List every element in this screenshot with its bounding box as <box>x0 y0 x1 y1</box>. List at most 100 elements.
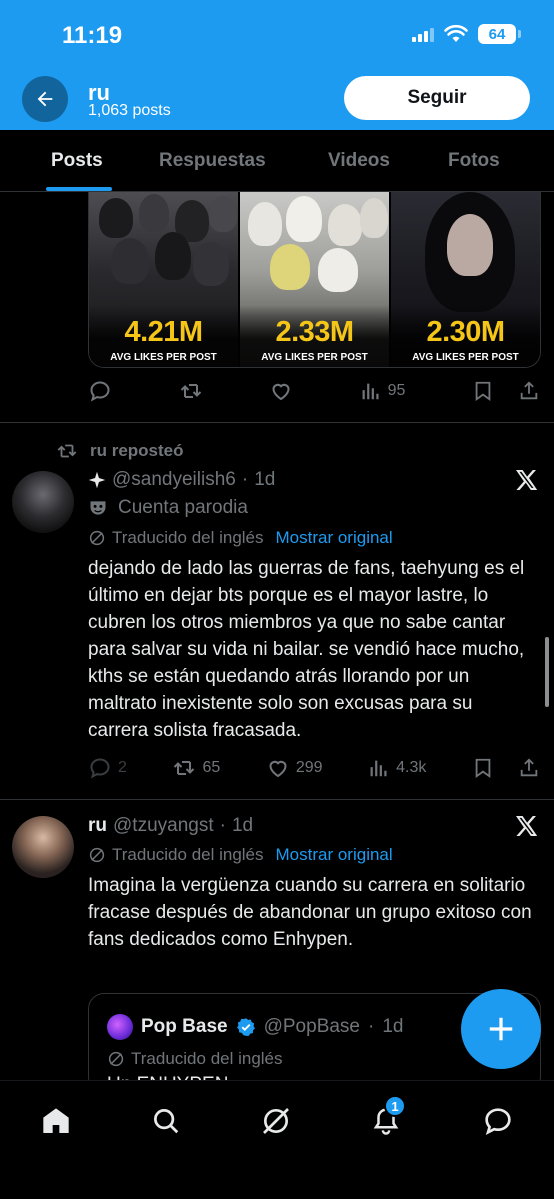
tab-posts[interactable]: Posts <box>51 150 103 172</box>
post-divider <box>0 422 554 423</box>
like-button[interactable]: 299 <box>266 756 323 780</box>
like-count: 299 <box>295 759 323 776</box>
active-tab-indicator <box>46 187 112 191</box>
show-original-link[interactable]: Mostrar original <box>276 845 393 865</box>
reply-count: 2 <box>118 759 127 776</box>
translate-icon <box>89 847 105 863</box>
reply-button[interactable] <box>88 379 112 403</box>
repost-count: 65 <box>202 759 221 776</box>
media-stat-value: 2.30M <box>426 316 505 348</box>
search-icon <box>154 1109 179 1134</box>
views-button[interactable]: 4.3k <box>368 757 426 779</box>
tab-fotos[interactable]: Fotos <box>448 150 500 172</box>
like-button[interactable] <box>269 379 293 403</box>
views-icon <box>362 383 379 400</box>
media-stat-label: AVG LIKES PER POST <box>261 352 368 363</box>
notification-badge: 1 <box>384 1095 406 1117</box>
translate-icon <box>108 1051 124 1067</box>
status-icons: 64 <box>412 24 521 44</box>
quote-time: 1d <box>382 1016 404 1037</box>
grok-icon <box>263 1108 289 1134</box>
repost-button[interactable]: 65 <box>172 756 220 780</box>
media-image-1[interactable]: 4.21M AVG LIKES PER POST <box>89 192 238 367</box>
views-icon <box>370 760 387 777</box>
status-time: 11:19 <box>62 22 123 49</box>
nav-search[interactable] <box>146 1101 186 1141</box>
repost-button[interactable] <box>179 379 203 403</box>
cellular-signal-icon <box>412 26 434 42</box>
show-original-link[interactable]: Mostrar original <box>276 528 393 548</box>
reply-icon <box>90 758 110 779</box>
heart-icon <box>269 760 287 778</box>
avatar <box>107 1014 133 1040</box>
verified-badge-icon <box>236 1018 255 1036</box>
media-image-3[interactable]: 2.30M AVG LIKES PER POST <box>389 192 540 367</box>
share-button[interactable] <box>518 757 540 779</box>
bottom-navigation: 1 <box>0 1080 554 1199</box>
tweet-text: Imagina la vergüenza cuando su carrera e… <box>88 875 532 950</box>
x-logo-icon <box>516 470 538 490</box>
media-stat-label: AVG LIKES PER POST <box>412 352 519 363</box>
views-count: 4.3k <box>396 759 427 776</box>
tweet-actions: 2 65 299 4.3k <box>88 754 540 782</box>
nav-messages[interactable] <box>478 1101 518 1141</box>
sparkle-icon <box>88 471 106 489</box>
share-button[interactable] <box>518 380 540 402</box>
tweet-header: ru @tzuyangst · 1d <box>88 815 254 837</box>
share-icon <box>520 758 538 777</box>
quote-header: Pop Base @PopBase · 1d <box>107 1014 403 1040</box>
nav-grok[interactable] <box>256 1101 296 1141</box>
tweet-time: 1d <box>254 469 276 490</box>
plus-icon <box>489 1017 513 1041</box>
tweet-header: @sandyeilish6 · 1d <box>88 469 275 491</box>
home-icon <box>43 1108 69 1133</box>
profile-header: 11:19 64 ru 1,063 posts Seguir <box>0 0 554 130</box>
media-stat-value: 4.21M <box>124 316 203 348</box>
parody-label: Cuenta parodia <box>88 497 248 519</box>
translate-icon <box>89 530 105 546</box>
nav-notifications[interactable]: 1 <box>366 1095 406 1141</box>
post-media-grid[interactable]: 4.21M AVG LIKES PER POST 2.33M AVG LIKES… <box>88 192 541 368</box>
nav-home[interactable] <box>36 1101 76 1141</box>
post-divider <box>0 799 554 800</box>
avatar[interactable] <box>12 816 74 878</box>
wifi-icon <box>444 25 468 42</box>
scroll-indicator[interactable] <box>545 637 549 707</box>
bookmark-button[interactable] <box>472 380 494 402</box>
tweet-author-name[interactable]: ru <box>88 815 107 837</box>
repost-label: ru reposteó <box>90 441 184 460</box>
follow-button[interactable]: Seguir <box>344 76 530 120</box>
bookmark-button[interactable] <box>472 757 494 779</box>
compose-button[interactable] <box>461 989 541 1069</box>
repost-icon <box>174 761 195 775</box>
share-icon <box>520 381 538 400</box>
avatar[interactable] <box>12 471 74 533</box>
bookmark-icon <box>475 381 491 402</box>
tweet-handle[interactable]: @tzuyangst <box>113 815 214 837</box>
quote-handle: @PopBase <box>263 1016 360 1037</box>
tab-videos[interactable]: Videos <box>328 150 390 172</box>
back-button[interactable] <box>22 76 68 122</box>
heart-icon <box>272 383 290 401</box>
translation-row: Traducido del inglés Mostrar original <box>88 845 393 865</box>
arrow-left-icon <box>37 91 53 107</box>
repost-indicator[interactable]: ru reposteó <box>56 440 184 462</box>
views-button[interactable]: 95 <box>360 380 406 402</box>
reply-icon <box>90 381 110 402</box>
reply-button[interactable]: 2 <box>88 756 127 780</box>
tweet-time: 1d <box>231 815 254 836</box>
profile-post-count: 1,063 posts <box>88 102 171 119</box>
tab-respuestas[interactable]: Respuestas <box>159 150 266 172</box>
views-count: 95 <box>387 382 406 399</box>
tweet-handle[interactable]: @sandyeilish6 <box>112 469 236 491</box>
repost-icon <box>57 444 77 458</box>
media-stat-label: AVG LIKES PER POST <box>110 352 217 363</box>
bookmark-icon <box>475 758 491 779</box>
quote-author-name: Pop Base <box>141 1016 228 1037</box>
media-image-2[interactable]: 2.33M AVG LIKES PER POST <box>238 192 389 367</box>
messages-icon <box>485 1108 511 1135</box>
mask-icon <box>90 501 106 515</box>
post-actions: 95 <box>88 377 540 405</box>
translation-row: Traducido del inglés Mostrar original <box>88 528 393 548</box>
media-stat-value: 2.33M <box>275 316 354 348</box>
